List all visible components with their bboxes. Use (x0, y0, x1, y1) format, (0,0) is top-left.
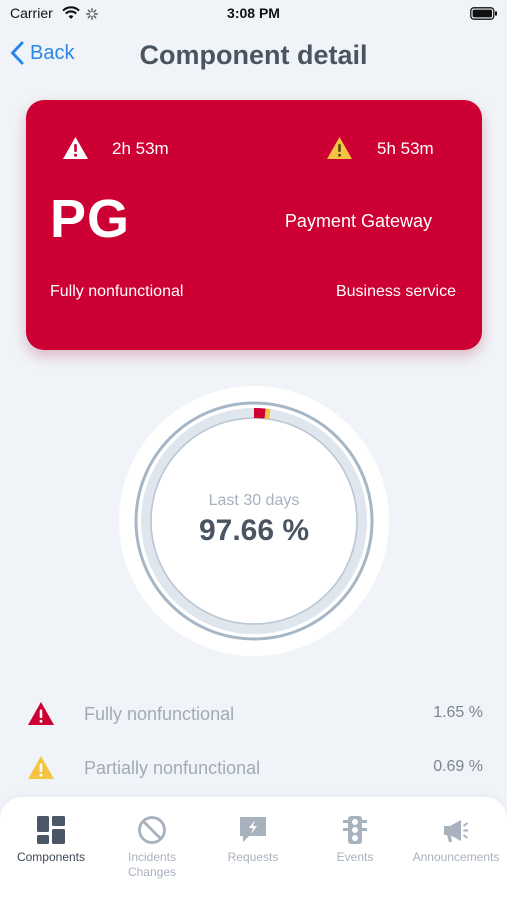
legend-row-fully-nonfunctional: Fully nonfunctional 1.65 % (0, 697, 507, 731)
components-grid-icon (37, 816, 65, 844)
legend-row-partially-nonfunctional: Partially nonfunctional 0.69 % (0, 751, 507, 785)
component-name: Payment Gateway (284, 211, 432, 231)
tab-announcements[interactable]: Announcements (406, 815, 506, 865)
prohibited-circle-icon (138, 816, 166, 844)
availability-caption: Last 30 days (208, 492, 300, 509)
availability-ring: Last 30 days 97.66 % (119, 386, 389, 656)
legend-percentage: 1.65 % (433, 704, 483, 721)
tab-requests[interactable]: Requests (203, 815, 303, 865)
availability-value: 97.66 % (198, 514, 310, 547)
status-bar: Carrier 3:08 PM (0, 0, 507, 28)
partial-outage-duration: 5h 53m (377, 139, 434, 158)
component-type: Business service (335, 283, 456, 300)
battery-icon (470, 7, 498, 25)
tab-label: Components (16, 850, 86, 864)
traffic-light-icon (343, 816, 367, 844)
tab-components[interactable]: Components (1, 815, 101, 865)
status-time: 3:08 PM (227, 5, 280, 21)
legend-label: Fully nonfunctional (84, 704, 235, 724)
legend-label: Partially nonfunctional (84, 758, 261, 778)
white-warning-triangle-icon (62, 136, 89, 165)
tab-label: Incidents (127, 850, 177, 864)
tab-label: Announcements (412, 850, 500, 864)
tab-bar: Components Incidents Changes Requests Ev… (0, 797, 507, 900)
component-state: Fully nonfunctional (50, 283, 184, 300)
page-title: Component detail (139, 40, 368, 70)
red-warning-triangle-icon (27, 701, 55, 731)
megaphone-icon (444, 820, 469, 842)
yellow-warning-triangle-icon (326, 136, 353, 165)
tab-label: Events (336, 850, 374, 864)
tab-label: Requests (227, 850, 279, 864)
yellow-warning-triangle-icon (27, 755, 55, 785)
legend-percentage: 0.69 % (433, 758, 483, 775)
tab-incidents-changes[interactable]: Incidents Changes (102, 815, 202, 880)
tab-events[interactable]: Events (305, 815, 405, 865)
tab-label-secondary: Changes (127, 865, 177, 879)
full-outage-duration: 2h 53m (112, 139, 169, 158)
component-abbreviation: PG (50, 189, 131, 249)
component-status-card: 2h 53m 5h 53m PG Payment Gateway Fully n… (26, 100, 482, 350)
request-bubble-icon (240, 817, 266, 842)
